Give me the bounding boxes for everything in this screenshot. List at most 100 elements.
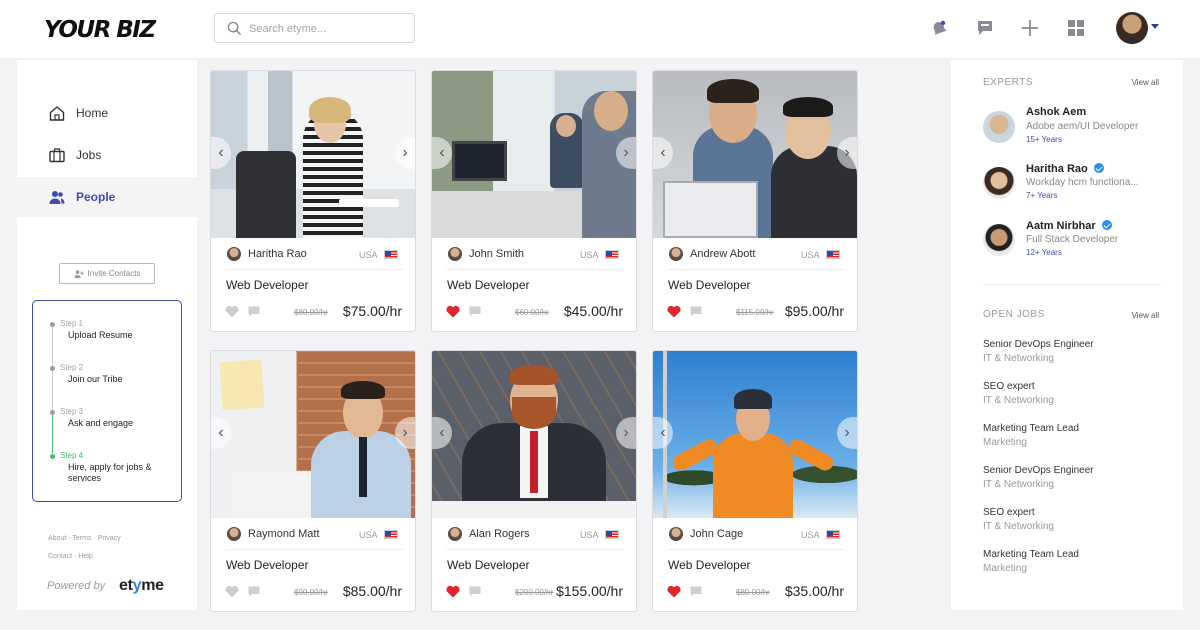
- person-role: Web Developer: [226, 278, 309, 292]
- footer-links-primary[interactable]: About · Terms · Privacy: [48, 535, 121, 542]
- briefcase-icon: [49, 148, 65, 163]
- person-role: Web Developer: [447, 278, 530, 292]
- message-icon[interactable]: [690, 586, 702, 597]
- sidebar-item-home[interactable]: Home: [17, 93, 197, 133]
- message-icon[interactable]: [469, 306, 481, 317]
- person-info-row: Alan Rogers USA: [446, 527, 624, 545]
- step-title: Hire, apply for jobs & services: [68, 462, 152, 483]
- step-number: Step 3: [60, 407, 84, 416]
- user-avatar[interactable]: [1116, 12, 1148, 44]
- verified-icon: [1101, 220, 1112, 230]
- expert-item[interactable]: Haritha Rao Workday hcm functiona... 7+ …: [983, 162, 1173, 208]
- person-photo: [211, 71, 415, 238]
- person-card[interactable]: ‹ › Andrew Abott USA Web Developer $115.…: [652, 70, 858, 332]
- search-input[interactable]: [249, 19, 409, 39]
- notifications-icon[interactable]: [927, 16, 951, 40]
- open-jobs-heading: OPEN JOBS: [983, 309, 1045, 320]
- us-flag-icon: [605, 530, 619, 539]
- hourly-price: $155.00/hr: [556, 583, 623, 599]
- add-icon[interactable]: [1018, 16, 1042, 40]
- old-price: $80.00/hr: [736, 588, 770, 597]
- job-title: Marketing Team Lead: [983, 549, 1079, 560]
- expert-title: Adobe aem/UI Developer: [1026, 121, 1139, 132]
- person-name[interactable]: Alan Rogers: [469, 528, 530, 540]
- message-icon[interactable]: [469, 586, 481, 597]
- expert-name: Ashok Aem: [1026, 106, 1087, 118]
- job-item[interactable]: Senior DevOps Engineer IT & Networking: [983, 465, 1163, 490]
- job-item[interactable]: SEO expert IT & Networking: [983, 507, 1163, 532]
- job-item[interactable]: SEO expert IT & Networking: [983, 381, 1163, 406]
- heart-icon[interactable]: [225, 585, 239, 598]
- heart-icon[interactable]: [225, 305, 239, 318]
- person-name[interactable]: John Smith: [469, 248, 524, 260]
- logo[interactable]: YOUR BIZ: [44, 17, 156, 43]
- person-info-row: John Cage USA: [667, 527, 845, 545]
- hourly-price: $95.00/hr: [784, 303, 844, 319]
- person-country: USA: [359, 250, 378, 260]
- message-icon[interactable]: [248, 306, 260, 317]
- sidebar-item-people[interactable]: People: [17, 177, 197, 217]
- person-name[interactable]: Raymond Matt: [248, 528, 320, 540]
- job-category: Marketing: [983, 437, 1027, 448]
- job-category: IT & Networking: [983, 395, 1054, 406]
- step-dot: [50, 322, 55, 327]
- divider: [446, 269, 624, 270]
- message-icon[interactable]: [248, 586, 260, 597]
- step-title: Ask and engage: [68, 418, 134, 428]
- sidebar-item-jobs[interactable]: Jobs: [17, 135, 197, 175]
- job-category: IT & Networking: [983, 521, 1054, 532]
- step-dot: [50, 366, 55, 371]
- us-flag-icon: [826, 250, 840, 259]
- divider: [667, 269, 845, 270]
- person-name[interactable]: John Cage: [690, 528, 743, 540]
- sidebar-item-label: People: [76, 190, 116, 204]
- job-item[interactable]: Senior DevOps Engineer IT & Networking: [983, 339, 1163, 364]
- divider: [446, 549, 624, 550]
- person-country: USA: [359, 530, 378, 540]
- heart-icon[interactable]: [446, 585, 460, 598]
- invite-contacts-label: Invite Contacts: [87, 269, 141, 278]
- person-card[interactable]: ‹ › John Cage USA Web Developer $80.00/h…: [652, 350, 858, 612]
- person-country: USA: [801, 530, 820, 540]
- job-category: IT & Networking: [983, 353, 1054, 364]
- messages-icon[interactable]: [973, 16, 997, 40]
- job-title: Senior DevOps Engineer: [983, 465, 1094, 476]
- grid-icon[interactable]: [1064, 16, 1088, 40]
- avatar: [448, 247, 462, 261]
- footer-links-secondary[interactable]: Contact · Help: [48, 553, 93, 560]
- heart-icon[interactable]: [446, 305, 460, 318]
- hourly-price: $45.00/hr: [563, 303, 623, 319]
- person-info-row: Raymond Matt USA: [225, 527, 403, 545]
- add-user-icon: [74, 269, 84, 278]
- avatar: [227, 247, 241, 261]
- expert-item[interactable]: Ashok Aem Adobe aem/UI Developer 15+ Yea…: [983, 106, 1173, 152]
- invite-contacts-button[interactable]: Invite Contacts: [59, 263, 155, 284]
- experts-view-all-link[interactable]: View all: [1132, 78, 1159, 87]
- job-item[interactable]: Marketing Team Lead Marketing: [983, 549, 1163, 574]
- expert-item[interactable]: Aatm Nirbhar Full Stack Developer 12+ Ye…: [983, 219, 1173, 265]
- person-name[interactable]: Haritha Rao: [248, 248, 307, 260]
- heart-icon[interactable]: [667, 585, 681, 598]
- expert-name: Aatm Nirbhar: [1026, 220, 1096, 232]
- verified-icon: [1093, 163, 1104, 173]
- etyme-logo[interactable]: etyme: [119, 577, 164, 595]
- person-card[interactable]: ‹ › John Smith USA Web Developer $60.00/…: [431, 70, 637, 332]
- divider: [225, 549, 403, 550]
- person-role: Web Developer: [226, 558, 309, 572]
- search-box[interactable]: [214, 13, 415, 43]
- person-card[interactable]: ‹ › Alan Rogers USA Web Developer $200.0…: [431, 350, 637, 612]
- steps-line-active: [52, 413, 53, 453]
- open-jobs-view-all-link[interactable]: View all: [1132, 311, 1159, 320]
- person-card[interactable]: ‹ › Raymond Matt USA Web Developer $90.0…: [210, 350, 416, 612]
- divider: [667, 549, 845, 550]
- person-name[interactable]: Andrew Abott: [690, 248, 755, 260]
- job-item[interactable]: Marketing Team Lead Marketing: [983, 423, 1163, 448]
- step-number: Step 4: [60, 451, 84, 460]
- person-country: USA: [580, 250, 599, 260]
- person-role: Web Developer: [668, 278, 751, 292]
- person-photo: [653, 351, 857, 518]
- person-card[interactable]: ‹ › Haritha Rao USA Web Developer $80.00…: [210, 70, 416, 332]
- chevron-down-icon[interactable]: [1151, 24, 1159, 29]
- heart-icon[interactable]: [667, 305, 681, 318]
- message-icon[interactable]: [690, 306, 702, 317]
